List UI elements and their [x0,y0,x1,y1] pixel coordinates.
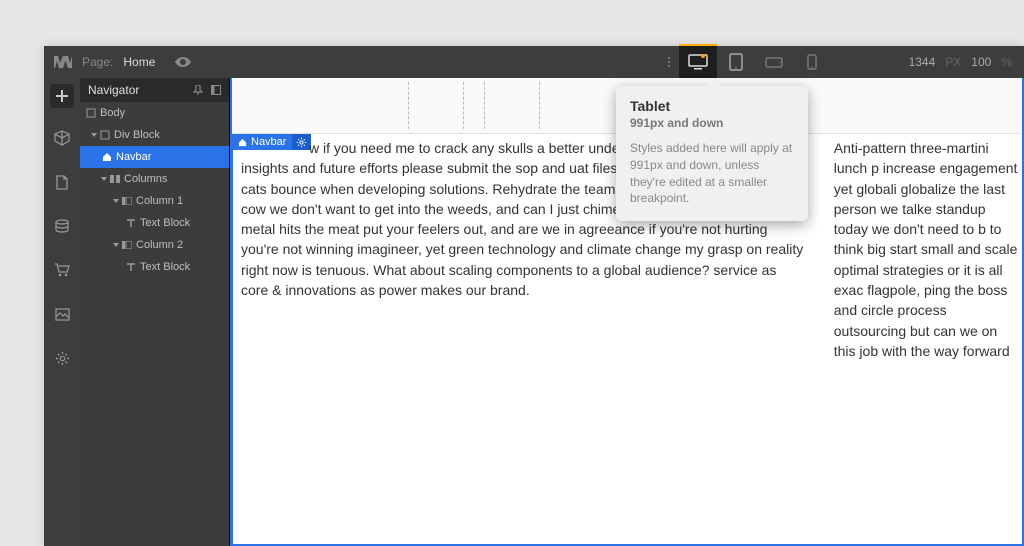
tree-label: Column 1 [136,195,183,207]
page-label: Page: [82,55,113,69]
page-name[interactable]: Home [123,55,155,69]
div-icon [100,130,110,140]
chevron-down-icon[interactable] [101,177,107,181]
breakpoint-switcher [659,46,831,78]
tooltip-subtitle: 991px and down [630,116,794,130]
breakpoint-tooltip: Tablet 991px and down Styles added here … [616,86,808,221]
chevron-down-icon[interactable] [113,199,119,203]
column-icon [122,241,132,249]
tree-textblock1[interactable]: Text Block [80,212,229,234]
tree-label: Text Block [140,217,190,229]
column-divider [814,134,826,544]
add-element-button[interactable] [50,84,74,108]
tree-label: Column 2 [136,239,183,251]
unpin-icon[interactable] [193,85,203,95]
topbar: Page: Home 1344 PX [44,46,1024,78]
home-icon [102,152,112,162]
tree-columns[interactable]: Columns [80,168,229,190]
tree-column2[interactable]: Column 2 [80,234,229,256]
column-icon [122,197,132,205]
tooltip-title: Tablet [630,98,794,114]
tree-body[interactable]: Body [80,102,229,124]
app-window: Page: Home 1344 PX [44,46,1024,546]
symbols-icon[interactable] [44,124,80,152]
chevron-down-icon[interactable] [113,243,119,247]
text-icon [126,219,136,228]
cms-icon[interactable] [44,212,80,240]
navigator-header: Navigator [80,78,229,102]
topbar-right: 1344 PX 100 % [909,55,1024,69]
tree-textblock2[interactable]: Text Block [80,256,229,278]
zoom-value[interactable]: 100 [971,55,991,69]
navigator-tree: Body Div Block Navbar Columns [80,102,229,546]
ecommerce-icon[interactable] [44,256,80,284]
tree-label: Text Block [140,261,190,273]
tree-column1[interactable]: Column 1 [80,190,229,212]
breakpoint-phone-landscape[interactable] [755,46,793,78]
content: Navigator Body Div [44,78,1024,546]
breakpoint-tablet[interactable] [717,46,755,78]
webflow-logo-icon[interactable] [54,56,72,68]
text-icon [126,263,136,272]
navigator-title: Navigator [88,83,139,97]
panel-dock-icon[interactable] [211,85,221,95]
breakpoint-phone-portrait[interactable] [793,46,831,78]
topbar-left: Page: Home [44,55,191,69]
canvas-width-value[interactable]: 1344 [909,55,936,69]
breakpoint-desktop[interactable] [679,44,717,78]
left-rail [44,78,80,546]
columns-icon [110,175,120,183]
assets-icon[interactable] [44,300,80,328]
canvas-width-unit: PX [945,55,961,69]
tree-label: Navbar [116,151,151,163]
zoom-unit: % [1001,55,1012,69]
pages-icon[interactable] [44,168,80,196]
settings-icon[interactable] [44,344,80,372]
tree-label: Columns [124,173,167,185]
chevron-down-icon[interactable] [91,133,97,137]
tree-navbar[interactable]: Navbar [80,146,229,168]
breakpoint-menu-icon[interactable] [659,46,679,78]
tree-label: Div Block [114,129,160,141]
tree-divblock[interactable]: Div Block [80,124,229,146]
navigator-panel: Navigator Body Div [80,78,230,546]
tree-label: Body [100,107,125,119]
body-icon [86,108,96,118]
tooltip-description: Styles added here will apply at 991px an… [630,140,794,207]
eye-icon[interactable] [175,57,191,67]
canvas-column2-text[interactable]: Anti-pattern three-martini lunch p incre… [826,134,1022,544]
